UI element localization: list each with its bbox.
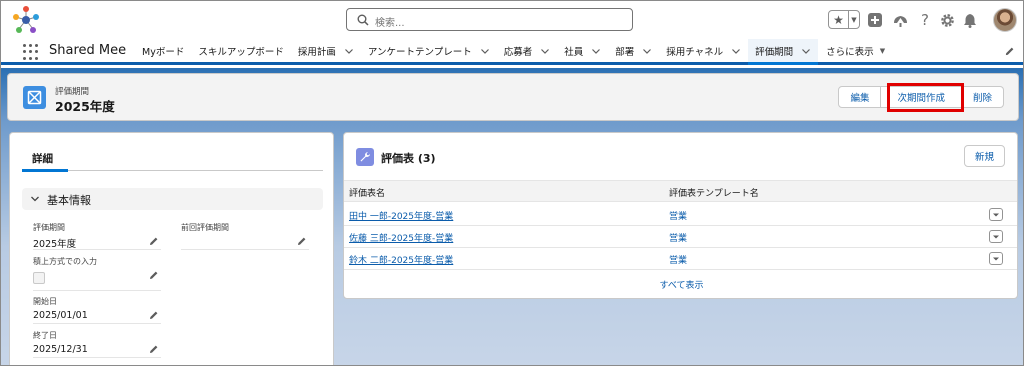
global-search-input[interactable]: 検索... (346, 8, 633, 31)
active-tab-indicator (22, 169, 68, 172)
section-basic-info-label: 基本情報 (47, 194, 91, 207)
pencil-icon[interactable] (149, 270, 159, 280)
column-header-sheet-name[interactable]: 評価表名 (349, 186, 385, 199)
nav-item-applicants[interactable]: 応募者 (497, 39, 558, 62)
table-row: 田中 一郎-2025年度-営業 営業 (344, 204, 1017, 226)
chevron-down-icon[interactable] (591, 46, 601, 56)
field-label: 前回評価期間 (181, 223, 229, 232)
field-value: 2025/01/01 (33, 310, 88, 321)
favorites-star-icon[interactable]: ★ (829, 11, 849, 28)
chevron-down-icon[interactable] (731, 46, 741, 56)
table-row: 佐藤 三郎-2025年度-営業 営業 (344, 226, 1017, 248)
row-actions-chevron-down-icon[interactable] (989, 252, 1003, 265)
nav-items: Myボード スキルアップボード 採用計画 アンケートテンプレート 応募者 社員 … (135, 39, 893, 65)
edit-button[interactable]: 編集 (838, 86, 882, 108)
favorites-menu-chevron-down-icon[interactable]: ▼ (849, 11, 859, 28)
chevron-down-icon[interactable] (344, 46, 354, 56)
nav-item-recruitment-plan[interactable]: 採用計画 (291, 39, 361, 62)
user-avatar[interactable] (993, 8, 1017, 32)
field-start-date: 開始日 2025/01/01 (33, 296, 161, 324)
field-value: 2025年度 (33, 239, 77, 250)
sheet-name-link[interactable]: 佐藤 三郎-2025年度-営業 (349, 231, 453, 244)
nav-more-button[interactable]: さらに表示 ▼ (818, 39, 893, 62)
field-label: 終了日 (33, 331, 57, 340)
section-basic-info[interactable]: 基本情報 (22, 188, 323, 210)
app-name: Shared Mee (49, 43, 127, 58)
pencil-icon[interactable] (149, 310, 159, 320)
evaluation-period-object-icon (23, 86, 46, 109)
add-icon[interactable] (865, 10, 885, 30)
edit-nav-pencil-icon[interactable] (1004, 46, 1015, 57)
tab-details-label: 詳細 (32, 153, 53, 165)
search-icon (357, 14, 369, 26)
sheet-name-link[interactable]: 田中 一郎-2025年度-営業 (349, 209, 453, 222)
chevron-down-icon[interactable] (480, 46, 490, 56)
nav-item-employees[interactable]: 社員 (557, 39, 608, 62)
wrench-icon (356, 148, 374, 166)
chevron-down-icon[interactable] (540, 46, 550, 56)
field-bottom-up-input: 積上方式での入力 (33, 256, 161, 291)
app-nav-bar: Shared Mee Myボード スキルアップボード 採用計画 アンケートテンプ… (1, 39, 1023, 65)
nav-item-skillup-board[interactable]: スキルアップボード (191, 39, 291, 62)
search-placeholder: 検索... (375, 18, 405, 29)
app-frame: 検索... ★ ▼ ? Shared Mee Myボード スキルアップボード 採… (0, 0, 1024, 366)
row-actions-chevron-down-icon[interactable] (989, 230, 1003, 243)
related-list-title[interactable]: 評価表 (3) (381, 150, 436, 166)
pencil-icon[interactable] (149, 344, 159, 354)
view-all-link[interactable]: すべて表示 (344, 278, 1017, 291)
new-button[interactable]: 新規 (963, 145, 1005, 167)
nav-item-evaluation-periods[interactable]: 評価期間 (748, 39, 819, 65)
field-label: 積上方式での入力 (33, 257, 97, 266)
help-icon[interactable]: ? (915, 10, 935, 30)
caret-down-icon: ▼ (879, 46, 886, 55)
global-header: 検索... ★ ▼ ? (1, 1, 1023, 39)
notifications-bell-icon[interactable] (960, 10, 980, 30)
bottom-up-checkbox[interactable] (33, 272, 45, 284)
chevron-down-icon[interactable] (642, 46, 652, 56)
chevron-down-icon[interactable] (801, 46, 811, 56)
favorites-button-group: ★ ▼ (828, 10, 860, 29)
nav-item-survey-template[interactable]: アンケートテンプレート (361, 39, 497, 62)
highlight-annotation-box (887, 83, 964, 112)
template-name-link[interactable]: 営業 (669, 231, 687, 244)
delete-button[interactable]: 削除 (961, 86, 1004, 108)
field-value: 2025/12/31 (33, 344, 88, 355)
template-name-link[interactable]: 営業 (669, 209, 687, 222)
row-actions-chevron-down-icon[interactable] (989, 208, 1003, 221)
evaluation-sheets-related-list: 評価表 (3) 新規 評価表名 評価表テンプレート名 田中 一郎-2025年度-… (343, 132, 1018, 299)
record-header: 評価期間 2025年度 編集 次期間作成 削除 (7, 73, 1019, 121)
nav-item-departments[interactable]: 部署 (608, 39, 659, 62)
details-card: 詳細 基本情報 評価期間 2025年度 前回評価期間 積上方式での入力 開始日 … (9, 132, 334, 365)
app-launcher-icon[interactable] (23, 44, 39, 60)
chevron-down-icon (31, 196, 39, 202)
org-logo-icon[interactable] (11, 5, 41, 35)
field-label: 評価期間 (33, 223, 65, 232)
header-utility-icons: ★ ▼ ? (823, 8, 1023, 32)
pencil-icon[interactable] (297, 236, 307, 246)
field-end-date: 終了日 2025/12/31 (33, 330, 161, 358)
field-label: 開始日 (33, 297, 57, 306)
field-previous-period: 前回評価期間 (181, 222, 309, 250)
trailhead-icon[interactable] (890, 10, 910, 30)
pencil-icon[interactable] (149, 236, 159, 246)
template-name-link[interactable]: 営業 (669, 253, 687, 266)
column-header-template-name[interactable]: 評価表テンプレート名 (669, 186, 759, 199)
sheet-name-link[interactable]: 鈴木 二郎-2025年度-営業 (349, 253, 453, 266)
nav-item-my-board[interactable]: Myボード (135, 39, 191, 62)
table-row: 鈴木 二郎-2025年度-営業 営業 (344, 248, 1017, 270)
field-evaluation-period: 評価期間 2025年度 (33, 222, 161, 250)
table-header: 評価表名 評価表テンプレート名 (344, 180, 1017, 202)
nav-item-recruit-channels[interactable]: 採用チャネル (659, 39, 748, 62)
setup-gear-icon[interactable] (937, 10, 957, 30)
tab-details[interactable]: 詳細 (22, 145, 323, 172)
record-title: 2025年度 (55, 99, 115, 114)
